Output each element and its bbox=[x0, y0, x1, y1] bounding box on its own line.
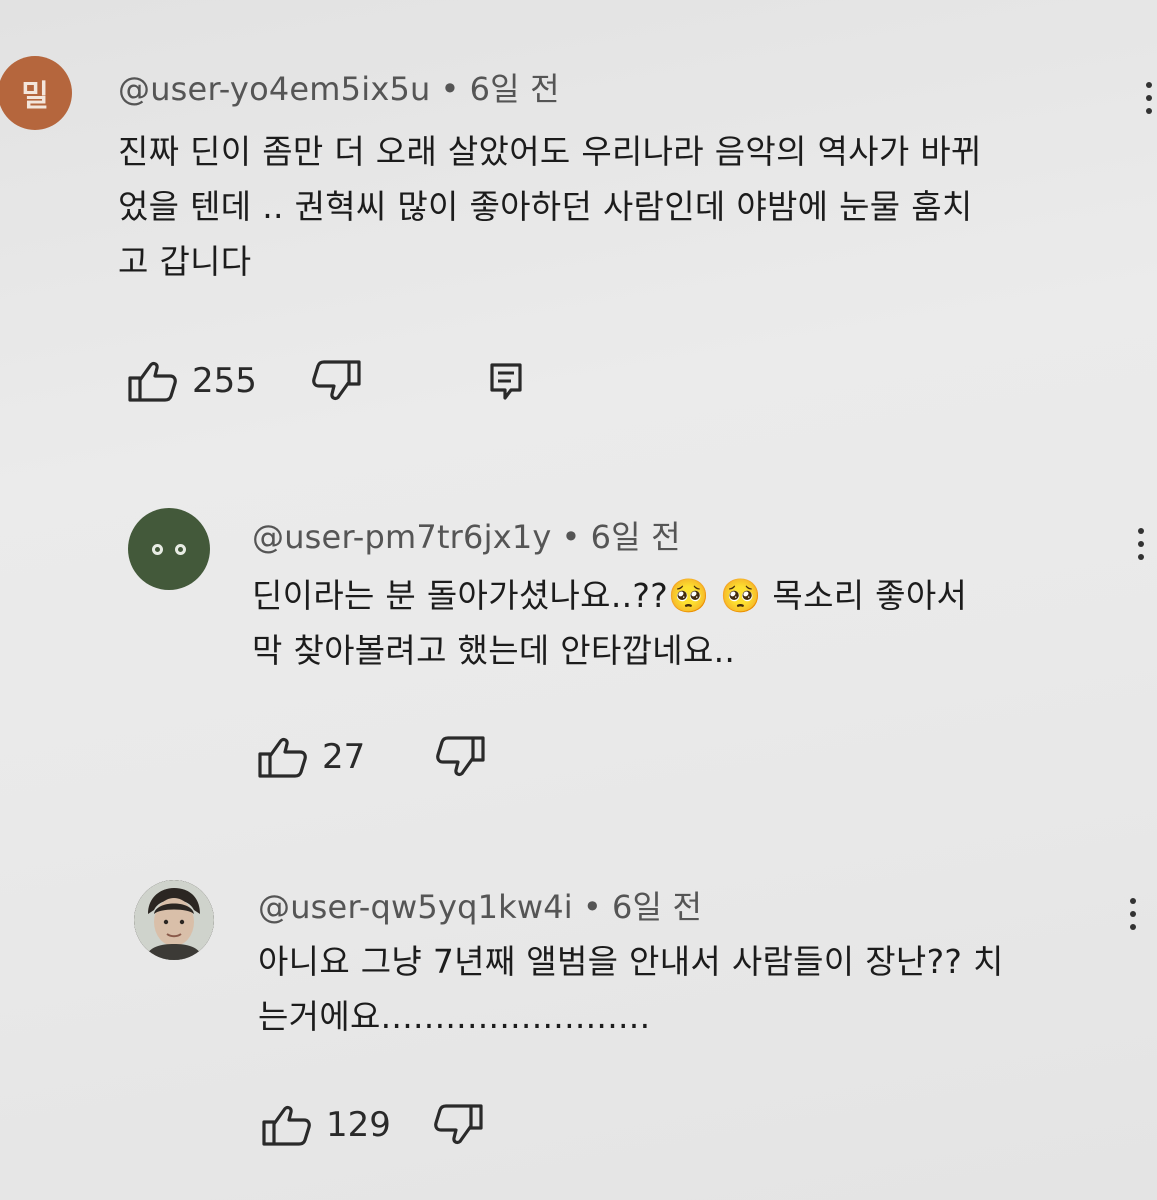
comment-line: 고 갑니다 bbox=[118, 242, 252, 281]
thumbs-down-icon bbox=[434, 1104, 483, 1145]
username[interactable]: @user-yo4em5ix5u bbox=[118, 70, 431, 108]
more-vertical-icon[interactable] bbox=[1144, 82, 1154, 114]
comment-meta: @user-pm7tr6jx1y • 6일 전 bbox=[252, 512, 681, 558]
comment-line: 딘이라는 분 돌아가셨나요..??🥺 🥺 목소리 좋아서 bbox=[252, 576, 968, 615]
avatar[interactable] bbox=[128, 508, 210, 590]
thumbs-down-icon bbox=[436, 736, 485, 777]
avatar-eye bbox=[175, 543, 186, 555]
username[interactable]: @user-qw5yq1kw4i bbox=[258, 888, 573, 926]
separator: • bbox=[440, 70, 460, 108]
like-button[interactable]: 255 bbox=[126, 358, 257, 404]
comment-actions: 27 bbox=[256, 734, 487, 780]
dislike-button[interactable] bbox=[433, 1102, 485, 1148]
timestamp[interactable]: 6일 전 bbox=[470, 70, 560, 108]
dislike-button[interactable] bbox=[435, 734, 487, 780]
thumbs-up-icon bbox=[128, 361, 177, 402]
comment-actions: 129 bbox=[260, 1102, 485, 1148]
dislike-button[interactable] bbox=[311, 358, 363, 404]
like-count: 27 bbox=[322, 737, 366, 777]
like-button[interactable]: 27 bbox=[256, 734, 365, 780]
timestamp[interactable]: 6일 전 bbox=[591, 518, 681, 556]
avatar-photo-icon bbox=[134, 880, 214, 960]
timestamp[interactable]: 6일 전 bbox=[612, 888, 702, 926]
comment-text: 아니요 그냥 7년째 앨범을 안내서 사람들이 장난?? 치 는거에요.....… bbox=[258, 934, 1004, 1044]
comment-line: 는거에요......................... bbox=[258, 997, 651, 1036]
more-vertical-icon[interactable] bbox=[1136, 528, 1146, 560]
comment-actions: 255 bbox=[126, 358, 527, 404]
comment-meta: @user-yo4em5ix5u • 6일 전 bbox=[118, 64, 560, 110]
separator: • bbox=[561, 518, 581, 556]
comment-text: 딘이라는 분 돌아가셨나요..??🥺 🥺 목소리 좋아서 막 찾아볼려고 했는데… bbox=[252, 568, 967, 678]
avatar-initial: 밀 bbox=[21, 79, 49, 114]
thumbs-up-icon bbox=[258, 737, 307, 778]
comment-line: 진짜 딘이 좀만 더 오래 살았어도 우리나라 음악의 역사가 바뀌 bbox=[118, 132, 982, 171]
thumbs-up-icon bbox=[262, 1105, 311, 1146]
separator: • bbox=[582, 888, 602, 926]
like-count: 255 bbox=[192, 361, 257, 401]
reply-icon bbox=[490, 363, 522, 400]
avatar[interactable]: 밀 bbox=[0, 56, 72, 130]
reply-button[interactable] bbox=[487, 360, 527, 402]
comment-line: 었을 텐데 .. 권혁씨 많이 좋아하던 사람인데 야밤에 눈물 훔치 bbox=[118, 187, 973, 226]
comment-meta: @user-qw5yq1kw4i • 6일 전 bbox=[258, 882, 702, 928]
comment-line: 막 찾아볼려고 했는데 안타깝네요.. bbox=[252, 631, 736, 670]
like-button[interactable]: 129 bbox=[260, 1102, 391, 1148]
more-vertical-icon[interactable] bbox=[1128, 898, 1138, 930]
avatar-eye bbox=[152, 543, 163, 555]
comment-line: 아니요 그냥 7년째 앨범을 안내서 사람들이 장난?? 치 bbox=[258, 942, 1004, 981]
username[interactable]: @user-pm7tr6jx1y bbox=[252, 518, 552, 556]
thumbs-down-icon bbox=[312, 360, 361, 401]
like-count: 129 bbox=[326, 1105, 391, 1145]
comment-text: 진짜 딘이 좀만 더 오래 살았어도 우리나라 음악의 역사가 바뀌 었을 텐데… bbox=[118, 124, 982, 289]
avatar[interactable] bbox=[134, 880, 214, 960]
